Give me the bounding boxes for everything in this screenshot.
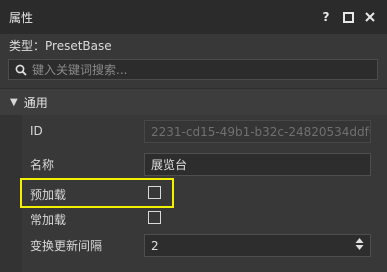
collapse-caret-icon[interactable]: ▼: [10, 97, 18, 108]
type-label: 类型：PresetBase: [9, 39, 112, 53]
section-general-header[interactable]: ▼ 通用: [0, 89, 387, 115]
id-field: 2231-cd15-49b1-b32c-24820534ddf0: [144, 120, 371, 143]
search-input[interactable]: [32, 62, 377, 77]
panel-title: 属性: [9, 10, 34, 25]
decrement-arrow-icon[interactable]: [355, 244, 364, 251]
preload-checkbox[interactable]: [148, 186, 161, 199]
section-label: 通用: [23, 95, 48, 110]
spin-arrows[interactable]: [355, 237, 364, 251]
close-icon: [365, 12, 375, 22]
increment-arrow-icon[interactable]: [355, 237, 364, 244]
help-icon: ?: [322, 10, 330, 24]
title-bar: 属性 ?: [0, 0, 387, 34]
resident-label: 常加载: [30, 213, 67, 227]
window-buttons: ?: [315, 0, 381, 34]
maximize-button[interactable]: [337, 6, 359, 28]
interval-stepper[interactable]: 2: [144, 234, 371, 257]
interval-value: 2: [151, 238, 159, 253]
preload-label: 预加载: [30, 188, 67, 202]
id-label: ID: [30, 124, 43, 138]
name-field[interactable]: 展览台: [144, 153, 371, 176]
resident-checkbox[interactable]: [148, 211, 161, 224]
maximize-icon: [342, 11, 354, 23]
search-box[interactable]: [8, 59, 378, 80]
search-icon: [15, 64, 27, 76]
name-label: 名称: [30, 158, 55, 172]
indent-gutter: [0, 115, 22, 272]
help-button[interactable]: ?: [315, 6, 337, 28]
interval-label: 变换更新间隔: [30, 239, 103, 253]
close-button[interactable]: [359, 6, 381, 28]
